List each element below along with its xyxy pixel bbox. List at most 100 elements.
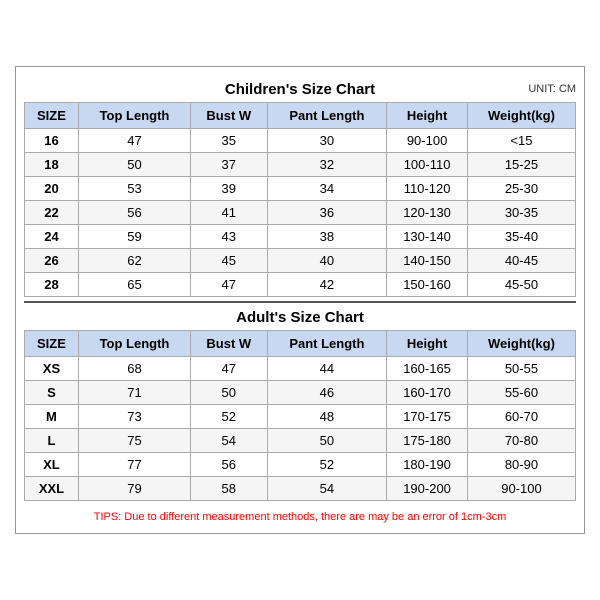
table-cell: 54 (267, 477, 387, 501)
table-cell: 160-165 (387, 357, 468, 381)
children-table-body: 1647353090-100<1518503732100-11015-25205… (25, 129, 576, 297)
table-cell: 100-110 (387, 153, 468, 177)
adult-col-weight: Weight(kg) (467, 331, 575, 357)
table-row: 22564136120-13030-35 (25, 201, 576, 225)
table-row: 18503732100-11015-25 (25, 153, 576, 177)
table-cell: 60-70 (467, 405, 575, 429)
table-cell: 59 (78, 225, 190, 249)
table-cell: 35 (191, 129, 268, 153)
size-chart-container: Children's Size Chart UNIT: CM SIZE Top … (15, 66, 585, 534)
adult-col-bust-w: Bust W (191, 331, 268, 357)
table-row: L755450175-18070-80 (25, 429, 576, 453)
col-size: SIZE (25, 103, 79, 129)
table-cell: 150-160 (387, 273, 468, 297)
table-cell: 130-140 (387, 225, 468, 249)
table-cell: 90-100 (387, 129, 468, 153)
table-row: 20533934110-12025-30 (25, 177, 576, 201)
table-cell: 90-100 (467, 477, 575, 501)
table-cell: 50-55 (467, 357, 575, 381)
table-cell: 30 (267, 129, 387, 153)
table-cell: 25-30 (467, 177, 575, 201)
table-cell: 70-80 (467, 429, 575, 453)
children-title-text: Children's Size Chart (225, 81, 375, 98)
table-cell: 50 (191, 381, 268, 405)
table-cell: 120-130 (387, 201, 468, 225)
table-row: XXL795854190-20090-100 (25, 477, 576, 501)
table-cell: 50 (78, 153, 190, 177)
table-cell: 68 (78, 357, 190, 381)
col-pant-length: Pant Length (267, 103, 387, 129)
table-cell: 26 (25, 249, 79, 273)
table-cell: 28 (25, 273, 79, 297)
table-cell: 53 (78, 177, 190, 201)
table-cell: 140-150 (387, 249, 468, 273)
table-cell: 45-50 (467, 273, 575, 297)
table-cell: 24 (25, 225, 79, 249)
table-cell: L (25, 429, 79, 453)
table-cell: 40 (267, 249, 387, 273)
table-cell: 22 (25, 201, 79, 225)
col-weight: Weight(kg) (467, 103, 575, 129)
table-cell: 39 (191, 177, 268, 201)
table-row: XS684744160-16550-55 (25, 357, 576, 381)
table-cell: 56 (78, 201, 190, 225)
col-bust-w: Bust W (191, 103, 268, 129)
children-header-row: SIZE Top Length Bust W Pant Length Heigh… (25, 103, 576, 129)
adult-col-height: Height (387, 331, 468, 357)
table-cell: 71 (78, 381, 190, 405)
table-cell: 41 (191, 201, 268, 225)
table-cell: 48 (267, 405, 387, 429)
table-cell: 44 (267, 357, 387, 381)
table-cell: 160-170 (387, 381, 468, 405)
table-cell: 50 (267, 429, 387, 453)
table-cell: 47 (78, 129, 190, 153)
table-cell: 16 (25, 129, 79, 153)
tips-text: TIPS: Due to different measurement metho… (24, 505, 576, 525)
table-cell: 75 (78, 429, 190, 453)
col-top-length: Top Length (78, 103, 190, 129)
col-height: Height (387, 103, 468, 129)
table-cell: 45 (191, 249, 268, 273)
table-cell: XS (25, 357, 79, 381)
table-cell: 58 (191, 477, 268, 501)
table-row: 26624540140-15040-45 (25, 249, 576, 273)
table-cell: 52 (191, 405, 268, 429)
table-row: 28654742150-16045-50 (25, 273, 576, 297)
table-cell: 47 (191, 357, 268, 381)
table-cell: 65 (78, 273, 190, 297)
table-cell: 55-60 (467, 381, 575, 405)
table-cell: 46 (267, 381, 387, 405)
table-cell: 35-40 (467, 225, 575, 249)
unit-label: UNIT: CM (528, 83, 576, 95)
table-cell: 170-175 (387, 405, 468, 429)
table-cell: 54 (191, 429, 268, 453)
table-cell: 110-120 (387, 177, 468, 201)
table-cell: 40-45 (467, 249, 575, 273)
table-row: 1647353090-100<15 (25, 129, 576, 153)
table-cell: 77 (78, 453, 190, 477)
table-cell: 34 (267, 177, 387, 201)
children-section-title: Children's Size Chart UNIT: CM (24, 75, 576, 102)
table-cell: 38 (267, 225, 387, 249)
children-size-table: SIZE Top Length Bust W Pant Length Heigh… (24, 102, 576, 297)
table-cell: 20 (25, 177, 79, 201)
adult-col-pant-length: Pant Length (267, 331, 387, 357)
adult-section-title: Adult's Size Chart (24, 301, 576, 330)
table-cell: M (25, 405, 79, 429)
table-row: 24594338130-14035-40 (25, 225, 576, 249)
table-row: M735248170-17560-70 (25, 405, 576, 429)
table-cell: 47 (191, 273, 268, 297)
table-cell: 62 (78, 249, 190, 273)
table-cell: 73 (78, 405, 190, 429)
adult-col-top-length: Top Length (78, 331, 190, 357)
table-cell: XXL (25, 477, 79, 501)
table-row: S715046160-17055-60 (25, 381, 576, 405)
table-cell: S (25, 381, 79, 405)
table-cell: 32 (267, 153, 387, 177)
table-cell: 52 (267, 453, 387, 477)
table-cell: 15-25 (467, 153, 575, 177)
table-cell: 30-35 (467, 201, 575, 225)
table-cell: 79 (78, 477, 190, 501)
table-cell: 56 (191, 453, 268, 477)
table-cell: 18 (25, 153, 79, 177)
